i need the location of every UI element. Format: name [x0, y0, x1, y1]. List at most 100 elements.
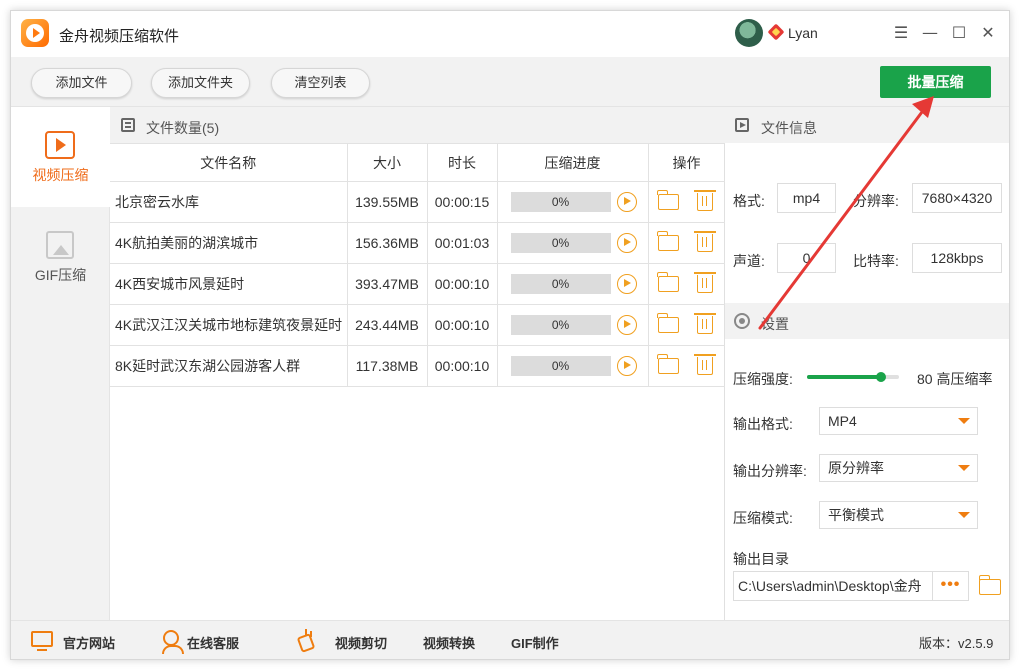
- app-title: 金舟视频压缩软件: [59, 28, 180, 45]
- avatar[interactable]: [735, 19, 763, 47]
- slider-fill: [807, 375, 881, 379]
- sidebar-item-gif-compress[interactable]: GIF压缩: [11, 207, 110, 307]
- play-icon[interactable]: [616, 356, 637, 376]
- strength-slider[interactable]: [807, 372, 899, 382]
- play-icon[interactable]: [616, 315, 637, 335]
- folder-icon[interactable]: [657, 272, 679, 292]
- website-icon: [31, 631, 53, 651]
- compress-mode-select[interactable]: 平衡模式: [819, 501, 978, 529]
- column-header-name: 文件名称: [110, 143, 348, 182]
- title-bar: 金舟视频压缩软件 Lyan ☰ — ☐ ✕: [11, 11, 1009, 57]
- actions-cell: [647, 181, 726, 223]
- maximize-button[interactable]: ☐: [947, 21, 971, 45]
- file-duration: 00:00:10: [426, 263, 498, 305]
- output-format-value: MP4: [828, 413, 857, 429]
- right-panel: 文件信息 格式: mp4 分辨率: 7680×4320 声道: 0 比特率: 1…: [725, 107, 1009, 620]
- compress-mode-label: 压缩模式:: [733, 510, 793, 526]
- progress-bar: 0%: [510, 274, 611, 294]
- vip-badge-icon: [767, 23, 785, 41]
- customer-service-icon: [162, 630, 184, 654]
- gif-make-link[interactable]: GIF制作: [511, 633, 559, 652]
- column-header-actions: 操作: [647, 143, 726, 182]
- progress-cell: 0%: [496, 304, 649, 346]
- open-folder-icon[interactable]: [978, 575, 1001, 595]
- footer: 官方网站 在线客服 视频剪切 视频转换 GIF制作 版本：v2.5.9: [11, 620, 1009, 659]
- folder-icon[interactable]: [657, 354, 679, 374]
- file-size: 243.44MB: [346, 304, 428, 346]
- output-format-select[interactable]: MP4: [819, 407, 978, 435]
- add-folder-button[interactable]: 添加文件夹: [151, 68, 250, 98]
- progress-bar: 0%: [510, 233, 611, 253]
- radio-settings-icon: [734, 313, 750, 329]
- file-size: 117.38MB: [346, 345, 428, 387]
- app-window: 金舟视频压缩软件 Lyan ☰ — ☐ ✕ 添加文件 添加文件夹 清空列表 批量…: [10, 10, 1010, 660]
- folder-icon[interactable]: [657, 231, 679, 251]
- chevron-down-icon: [958, 465, 970, 471]
- service-link[interactable]: 在线客服: [187, 633, 239, 652]
- table-row[interactable]: 北京密云水库 139.55MB 00:00:15 0%: [110, 181, 726, 223]
- progress-cell: 0%: [496, 181, 649, 223]
- video-cut-link[interactable]: 视频剪切: [335, 633, 387, 652]
- image-icon: [46, 231, 74, 259]
- slider-handle[interactable]: [875, 372, 886, 382]
- table-row[interactable]: 4K航拍美丽的湖滨城市 156.36MB 00:01:03 0%: [110, 222, 726, 264]
- file-info-title: 文件信息: [761, 120, 817, 136]
- browse-more-button[interactable]: •••: [933, 571, 969, 601]
- sidebar-item-video-compress[interactable]: 视频压缩: [11, 107, 110, 207]
- list-icon: [121, 118, 135, 132]
- file-info-header: 文件信息: [725, 107, 1009, 143]
- play-icon[interactable]: [616, 233, 637, 253]
- chevron-down-icon: [958, 512, 970, 518]
- strength-value: 80 高压缩率: [917, 371, 993, 387]
- chevron-down-icon: [958, 418, 970, 424]
- trash-icon[interactable]: [693, 354, 716, 375]
- channel-value: 0: [777, 243, 836, 273]
- progress-bar: 0%: [510, 315, 611, 335]
- file-list-panel: 文件数量(5) 文件名称 大小 时长 压缩进度 操作 北京密云水库 139.55…: [110, 107, 726, 620]
- settings-header: 设置: [725, 303, 1009, 339]
- play-icon[interactable]: [616, 192, 637, 212]
- folder-icon[interactable]: [657, 190, 679, 210]
- compress-mode-value: 平衡模式: [828, 507, 884, 523]
- play-icon[interactable]: [616, 274, 637, 294]
- trash-icon[interactable]: [693, 231, 716, 252]
- progress-bar: 0%: [510, 192, 611, 212]
- output-dir-input[interactable]: C:\Users\admin\Desktop\金舟: [733, 571, 933, 601]
- column-header-duration: 时长: [426, 143, 498, 182]
- file-name: 4K航拍美丽的湖滨城市: [110, 222, 348, 264]
- table-row[interactable]: 4K武汉江汉关城市地标建筑夜景延时 243.44MB 00:00:10 0%: [110, 304, 726, 346]
- output-resolution-select[interactable]: 原分辨率: [819, 454, 978, 482]
- video-play-icon: [45, 131, 75, 159]
- file-size: 393.47MB: [346, 263, 428, 305]
- file-name: 4K武汉江汉关城市地标建筑夜景延时: [110, 304, 348, 346]
- file-list-header: 文件数量(5): [110, 107, 725, 143]
- actions-cell: [647, 263, 726, 305]
- close-button[interactable]: ✕: [976, 21, 1000, 45]
- folder-icon[interactable]: [657, 313, 679, 333]
- output-dir-label: 输出目录: [733, 551, 789, 567]
- trash-icon[interactable]: [693, 272, 716, 293]
- file-name: 4K西安城市风景延时: [110, 263, 348, 305]
- column-header-size: 大小: [346, 143, 428, 182]
- progress-bar: 0%: [510, 356, 611, 376]
- strength-label: 压缩强度:: [733, 371, 793, 387]
- trash-icon[interactable]: [693, 313, 716, 334]
- minimize-button[interactable]: —: [918, 21, 942, 45]
- table-row[interactable]: 4K西安城市风景延时 393.47MB 00:00:10 0%: [110, 263, 726, 305]
- batch-compress-button[interactable]: 批量压缩: [880, 66, 991, 98]
- video-convert-link[interactable]: 视频转换: [423, 633, 475, 652]
- file-size: 156.36MB: [346, 222, 428, 264]
- resolution-value: 7680×4320: [912, 183, 1002, 213]
- file-duration: 00:00:10: [426, 304, 498, 346]
- menu-button[interactable]: ☰: [889, 21, 913, 45]
- trash-icon[interactable]: [693, 190, 716, 211]
- table-row[interactable]: 8K延时武汉东湖公园游客人群 117.38MB 00:00:10 0%: [110, 345, 726, 387]
- website-link[interactable]: 官方网站: [63, 633, 115, 652]
- clear-list-button[interactable]: 清空列表: [271, 68, 370, 98]
- bitrate-value: 128kbps: [912, 243, 1002, 273]
- username[interactable]: Lyan: [788, 25, 818, 41]
- add-file-button[interactable]: 添加文件: [31, 68, 132, 98]
- toolbar: 添加文件 添加文件夹 清空列表 批量压缩: [11, 57, 1009, 107]
- sidebar-item-label: 视频压缩: [32, 167, 89, 183]
- file-table: 文件名称 大小 时长 压缩进度 操作 北京密云水库 139.55MB 00:00…: [110, 143, 726, 387]
